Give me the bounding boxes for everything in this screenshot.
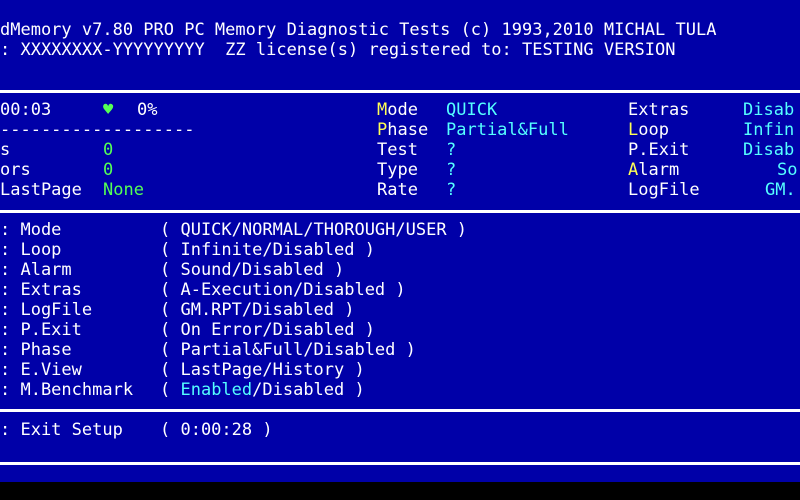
mbenchmark-selected-option: Enabled [180, 380, 253, 400]
elapsed-time: 00:03 [0, 100, 52, 120]
setup-item-loop[interactable]: : Loop [0, 240, 61, 260]
loop-label: Loop [628, 120, 669, 140]
setup-options-mbenchmark[interactable]: ( Enabled/Disabled ) [160, 380, 365, 400]
phase-label: Phase [377, 120, 429, 140]
divider-top [0, 90, 800, 93]
divider-bottom [0, 409, 800, 412]
setup-item-logfile[interactable]: : LogFile [0, 300, 92, 320]
logfile-value: GM. [765, 180, 796, 200]
setup-options-alarm[interactable]: ( Sound/Disabled ) [160, 260, 344, 280]
setup-item-extras[interactable]: : Extras [0, 280, 82, 300]
setup-options-pexit[interactable]: ( On Error/Disabled ) [160, 320, 375, 340]
exit-setup-timer: ( 0:00:28 ) [160, 420, 273, 440]
extras-label: Extras [628, 100, 690, 120]
pexit-label: P.Exit [628, 140, 690, 160]
errors-value: 0 [103, 160, 114, 180]
lastpage-value: None [103, 180, 144, 200]
extras-value: Disab [743, 100, 795, 120]
heart-icon: ♥ [103, 100, 114, 120]
setup-item-eview[interactable]: : E.View [0, 360, 82, 380]
alarm-value: So [777, 160, 798, 180]
test-label: Test [377, 140, 418, 160]
setup-options-extras[interactable]: ( A-Execution/Disabled ) [160, 280, 406, 300]
type-label: Type [377, 160, 418, 180]
alarm-label: Alarm [628, 160, 680, 180]
divider-middle [0, 210, 800, 213]
setup-options-loop[interactable]: ( Infinite/Disabled ) [160, 240, 375, 260]
pexit-value: Disab [743, 140, 795, 160]
setup-item-pexit[interactable]: : P.Exit [0, 320, 82, 340]
dos-screen: dMemory v7.80 PRO PC Memory Diagnostic T… [0, 0, 800, 482]
errors-label: ors [0, 160, 31, 180]
screen-border [0, 482, 800, 500]
mode-label: Mode [377, 100, 418, 120]
passes-label: s [0, 140, 11, 160]
logfile-label: LogFile [628, 180, 700, 200]
setup-options-mode[interactable]: ( QUICK/NORMAL/THOROUGH/USER ) [160, 220, 467, 240]
mode-value: QUICK [446, 100, 498, 120]
setup-options-eview[interactable]: ( LastPage/History ) [160, 360, 365, 380]
phase-value: Partial&Full [446, 120, 569, 140]
setup-item-phase[interactable]: : Phase [0, 340, 72, 360]
divider-final [0, 462, 800, 465]
loop-value: Infin [743, 120, 795, 140]
test-value: ? [446, 140, 457, 160]
license-line: : XXXXXXXX-YYYYYYYYY ZZ license(s) regis… [0, 40, 676, 60]
progress-percent: 0% [137, 100, 158, 120]
title-line: dMemory v7.80 PRO PC Memory Diagnostic T… [0, 20, 717, 40]
setup-item-alarm[interactable]: : Alarm [0, 260, 72, 280]
type-value: ? [446, 160, 457, 180]
exit-setup-item[interactable]: : Exit Setup [0, 420, 123, 440]
setup-item-mode[interactable]: : Mode [0, 220, 61, 240]
lastpage-label: LastPage [0, 180, 82, 200]
rate-value: ? [446, 180, 457, 200]
setup-item-mbenchmark[interactable]: : M.Benchmark [0, 380, 133, 400]
progress-dashes: ------------------- [0, 120, 195, 140]
rate-label: Rate [377, 180, 418, 200]
passes-value: 0 [103, 140, 114, 160]
setup-options-logfile[interactable]: ( GM.RPT/Disabled ) [160, 300, 354, 320]
setup-options-phase[interactable]: ( Partial&Full/Disabled ) [160, 340, 416, 360]
